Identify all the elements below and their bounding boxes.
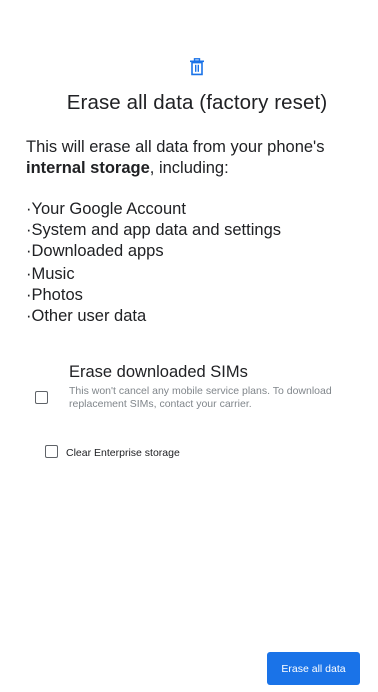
reset-description: This will erase all data from your phone… [26, 137, 361, 179]
list-item: ·System and app data and settings [26, 221, 281, 239]
erase-sims-description: This won't cancel any mobile service pla… [69, 385, 332, 410]
erased-data-list: ·Your Google Account ·System and app dat… [26, 199, 356, 327]
erase-sims-checkbox[interactable] [35, 391, 48, 404]
list-item: ·Other user data [26, 307, 147, 325]
trash-icon [190, 58, 204, 76]
description-bold: internal storage [26, 159, 150, 177]
page-title: Erase all data (factory reset) [66, 91, 328, 114]
list-item: ·Your Google Account [26, 200, 186, 218]
description-prefix: This will erase all data from your phone… [26, 138, 325, 156]
list-item: ·Photos [26, 286, 83, 304]
description-suffix: , including: [149, 159, 229, 177]
clear-enterprise-checkbox[interactable] [45, 445, 58, 458]
factory-reset-screen: Erase all data (factory reset) This will… [0, 0, 378, 692]
erase-all-data-button[interactable]: Erase all data [267, 652, 360, 685]
list-item: ·Downloaded apps [26, 242, 164, 260]
clear-enterprise-label[interactable]: Clear Enterprise storage [66, 447, 180, 459]
erase-sims-title: Erase downloaded SIMs [69, 363, 248, 381]
list-item: ·Music [26, 265, 75, 283]
